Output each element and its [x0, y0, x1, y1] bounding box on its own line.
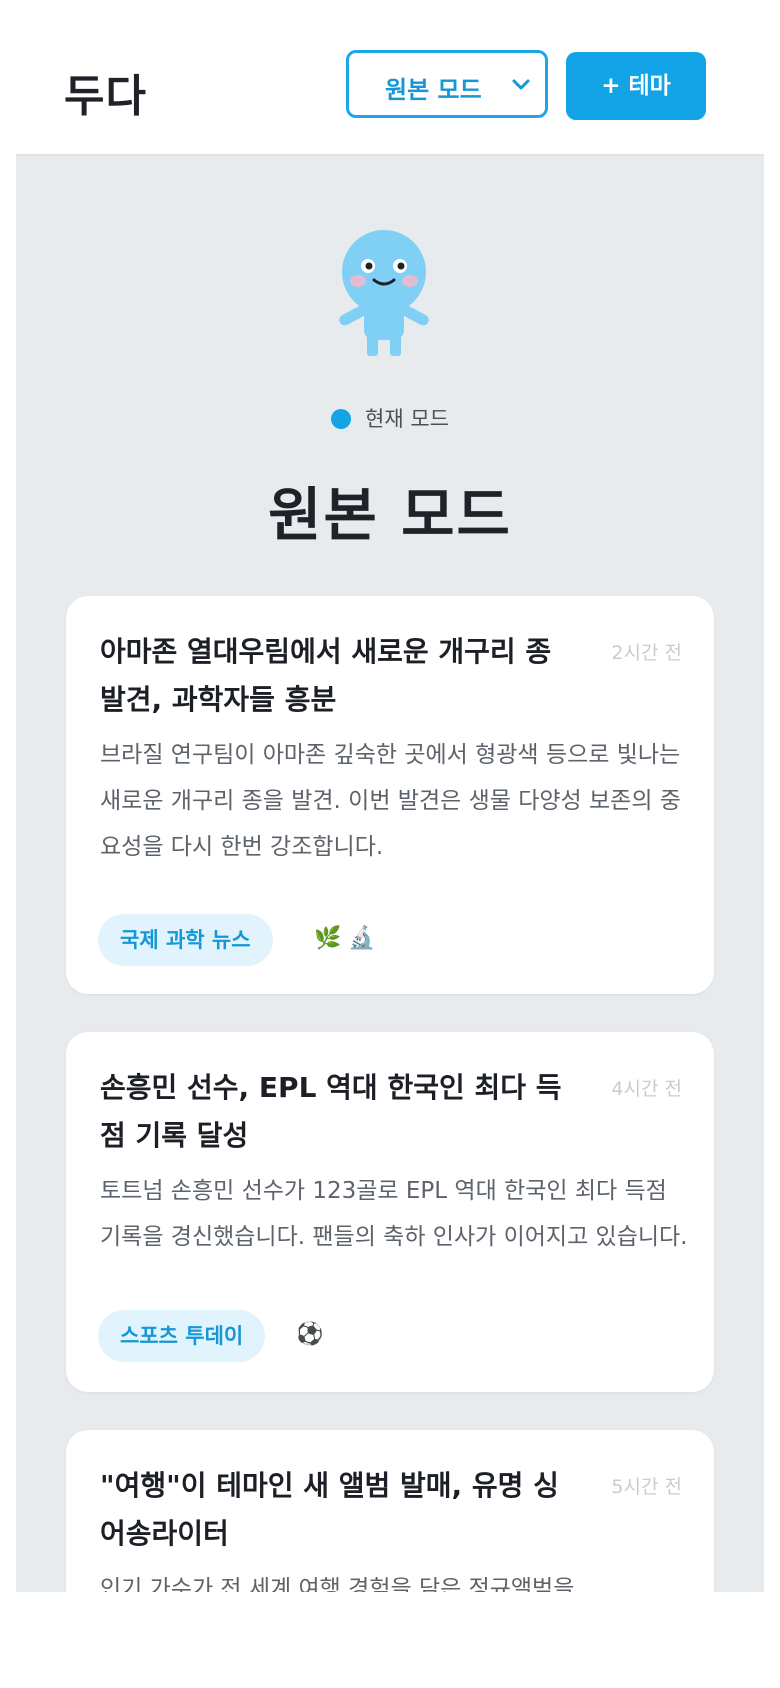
news-card-time: 5시간 전 — [611, 1476, 682, 1498]
news-card-summary: 토트넘 손흥민 선수가 123골로 EPL 역대 한국인 최다 득점 기록을 경… — [100, 1178, 688, 1250]
current-mode-indicator: 현재 모드 — [16, 403, 764, 433]
mode-title: 원본 모드 — [268, 481, 512, 549]
news-card-title: 손흥민 선수, EPL 역대 한국인 최다 득점 기록 달성 — [100, 1071, 562, 1152]
status-dot-icon — [331, 409, 352, 429]
add-theme-button[interactable]: + 테마 — [566, 52, 706, 120]
news-card-source-tag[interactable]: 스포츠 투데이 — [98, 1310, 266, 1362]
mascot-icon — [334, 228, 434, 362]
news-card-time: 2시간 전 — [611, 642, 682, 664]
app-frame: 두다 원본 모드 + 테마 현재 모드 원본 모드 아마존 열대우림에서 새로운… — [16, 16, 764, 1592]
news-card-time: 4시간 전 — [611, 1078, 682, 1100]
current-mode-label: 현재 모드 — [365, 407, 449, 431]
news-card-summary: 인기 가수가 전 세계 여행 경험을 담은 정규앨범을 — [100, 1576, 575, 1592]
app-header: 두다 원본 모드 + 테마 — [16, 16, 764, 156]
soccer-ball-icon: ⚽ — [296, 1322, 324, 1347]
mode-select[interactable]: 원본 모드 — [346, 50, 548, 118]
news-card-title: "여행"이 테마인 새 앨범 발매, 유명 싱어송라이터 — [100, 1469, 559, 1550]
chevron-down-icon — [511, 77, 531, 96]
news-card-summary: 브라질 연구팀이 아마존 깊숙한 곳에서 형광색 등으로 빛나는 새로운 개구리… — [100, 742, 681, 860]
news-card[interactable]: "여행"이 테마인 새 앨범 발매, 유명 싱어송라이터 5시간 전 인기 가수… — [66, 1430, 714, 1592]
news-card-source-tag[interactable]: 국제 과학 뉴스 — [98, 914, 273, 966]
mode-select-value: 원본 모드 — [385, 76, 482, 104]
news-card-title: 아마존 열대우림에서 새로운 개구리 종 발견, 과학자들 흥분 — [100, 635, 552, 716]
news-card[interactable]: 손흥민 선수, EPL 역대 한국인 최다 득점 기록 달성 4시간 전 토트넘… — [66, 1032, 714, 1392]
app-logo[interactable]: 두다 — [64, 60, 147, 124]
news-card[interactable]: 아마존 열대우림에서 새로운 개구리 종 발견, 과학자들 흥분 2시간 전 브… — [66, 596, 714, 994]
leaf-microscope-icon: 🌿 🔬 — [314, 926, 376, 951]
